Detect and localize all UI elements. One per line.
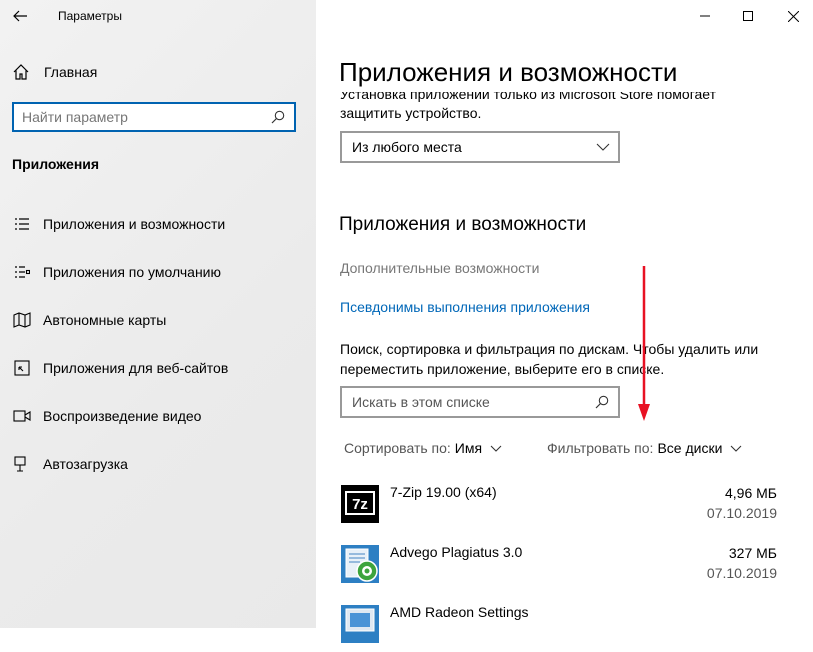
sidebar-item-label: Приложения и возможности [43,216,226,232]
chevron-down-icon [596,143,610,151]
sidebar-item-label: Главная [44,64,98,80]
sidebar-item-label: Воспроизведение видео [43,408,202,424]
advego-icon [341,545,379,583]
window-title: Параметры [58,9,122,23]
search-icon[interactable] [268,107,288,127]
video-playback-icon [12,406,32,426]
minimize-icon [700,15,710,17]
search-icon[interactable] [592,392,612,412]
chevron-down-icon [490,445,502,452]
list-item[interactable]: Advego Plagiatus 3.0 327 МБ 07.10.2019 [340,544,780,592]
filter-label: Фильтровать по: [547,440,654,456]
title-bar: Параметры [0,0,316,32]
sidebar-item-label: Приложения по умолчанию [43,264,221,280]
sidebar-item-label: Приложения для веб-сайтов [43,360,229,376]
chevron-down-icon [730,445,742,452]
sort-dropdown[interactable]: Сортировать по: Имя [344,440,502,456]
close-icon [787,10,799,22]
back-arrow-icon [13,10,27,22]
app-date: 07.10.2019 [706,505,777,521]
section-title: Приложения [12,156,100,172]
svg-text:7z: 7z [352,496,368,513]
7zip-icon: 7z [341,485,379,523]
maximize-button[interactable] [725,0,771,32]
list-item[interactable]: 7z 7-Zip 19.00 (x64) 4,96 МБ 07.10.2019 [340,484,780,532]
filter-value: Все диски [657,440,723,456]
minimize-button[interactable] [682,0,728,32]
section-heading: Приложения и возможности [339,214,587,235]
app-date: 07.10.2019 [706,565,777,581]
sidebar-item-label: Автономные карты [43,312,167,328]
apps-list-icon [12,214,32,234]
amd-radeon-icon [341,605,379,643]
settings-search-input[interactable] [14,108,268,126]
sidebar-item-startup[interactable]: Автозагрузка [12,452,128,476]
sort-value: Имя [454,440,483,456]
sidebar-item-apps-for-websites[interactable]: Приложения для веб-сайтов [12,356,228,380]
home-icon [13,64,29,80]
annotation-arrow [638,266,650,421]
apps-list-search-input[interactable] [342,393,592,411]
filter-dropdown[interactable]: Фильтровать по: Все диски [547,440,742,456]
optional-features-link[interactable]: Дополнительные возможности [340,260,539,276]
list-item[interactable]: AMD Radeon Settings [340,604,780,652]
install-source-description-line2: защитить устройство. [340,105,482,121]
app-name: AMD Radeon Settings [390,604,529,620]
execution-aliases-link[interactable]: Псевдонимы выполнения приложения [340,299,590,315]
sidebar-item-video-playback[interactable]: Воспроизведение видео [12,404,201,428]
sidebar-item-offline-maps[interactable]: Автономные карты [12,308,166,332]
startup-icon [12,454,32,474]
maximize-icon [743,11,753,21]
app-name: 7-Zip 19.00 (x64) [390,484,497,500]
sidebar-item-default-apps[interactable]: Приложения по умолчанию [12,260,221,284]
sort-label: Сортировать по: [344,440,451,456]
sidebar-item-apps-features[interactable]: Приложения и возможности [12,212,225,236]
close-button[interactable] [770,0,813,32]
sidebar-item-label: Автозагрузка [43,456,128,472]
back-button[interactable] [8,4,32,28]
sidebar-item-home[interactable]: Главная [12,60,97,84]
install-source-description: Установка приложений только из Microsoft… [340,86,717,102]
offline-maps-icon [12,310,32,330]
settings-search [12,102,296,132]
app-size: 4,96 МБ [725,485,777,501]
app-name: Advego Plagiatus 3.0 [390,544,523,560]
page-title: Приложения и возможности [339,57,678,87]
app-size: 327 МБ [728,545,777,561]
apps-list-search [340,386,620,418]
default-apps-icon [12,262,32,282]
sidebar: Параметры Главная Приложения Приложения … [0,0,316,628]
dropdown-value: Из любого места [352,139,462,155]
apps-list-description: Поиск, сортировка и фильтрация по дискам… [340,341,759,377]
apps-for-websites-icon [12,358,32,378]
install-source-dropdown[interactable]: Из любого места [340,131,620,163]
